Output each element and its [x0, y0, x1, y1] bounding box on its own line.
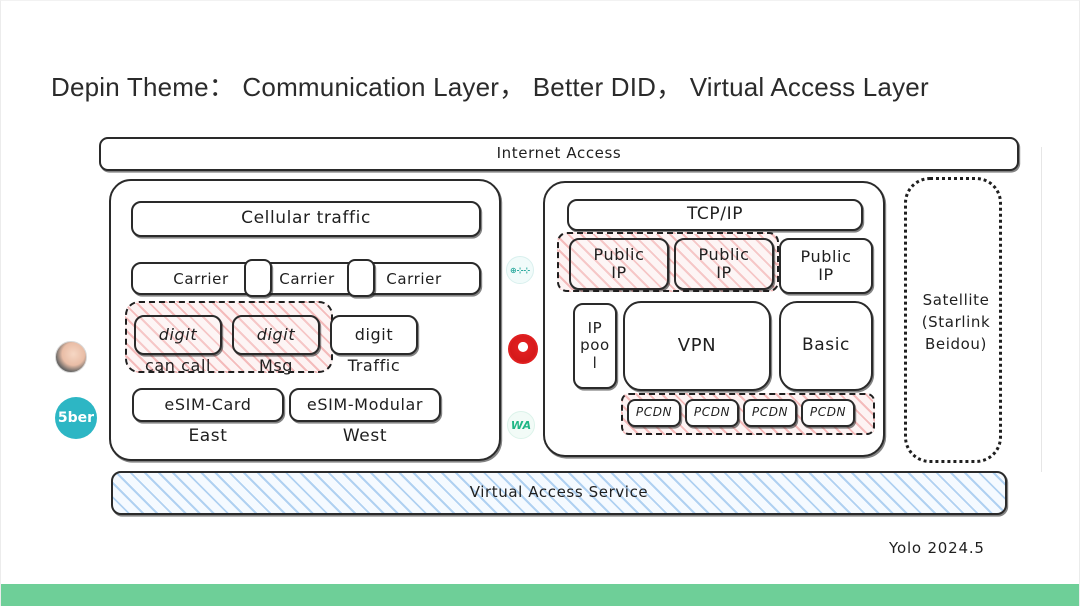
pcdn-label-1: PCDN — [635, 405, 673, 420]
digit-label-msg: digit — [256, 324, 296, 344]
internet-access-bar[interactable]: Internet Access — [99, 137, 1019, 171]
digit-box-msg[interactable]: digit — [232, 315, 320, 355]
digit-box-traffic[interactable]: digit — [330, 315, 418, 355]
carrier-label-2: Carrier — [279, 270, 335, 288]
virtual-access-service-bar[interactable]: Virtual Access Service — [111, 471, 1007, 515]
scroll-indicator[interactable] — [1041, 147, 1042, 472]
esim-modular-caption: West — [342, 426, 388, 446]
teal-ring-logo-icon[interactable]: ⊕⊹⊹ — [506, 256, 534, 284]
esim-card-label: eSIM-Card — [164, 394, 252, 414]
digit-caption-traffic: Traffic — [347, 356, 401, 375]
digit-box-can-call[interactable]: digit — [134, 315, 222, 355]
pcdn-label-4: PCDN — [809, 405, 847, 420]
ip-pool-box[interactable]: IP poo l — [573, 303, 617, 389]
public-ip-box-3[interactable]: Public IP — [779, 238, 873, 294]
carrier-gap-label-1 — [246, 261, 270, 295]
esim-modular-box[interactable]: eSIM-Modular — [289, 388, 441, 422]
slide-page: Depin Theme： Communication Layer， Better… — [0, 0, 1080, 606]
carrier-gap-label-2 — [349, 261, 373, 295]
digit-caption-msg: Msg — [258, 356, 294, 375]
digit-label-traffic: digit — [354, 324, 394, 344]
footer-accent-bar — [1, 584, 1079, 606]
public-ip-label-1: Public IP — [593, 244, 645, 282]
esim-card-box[interactable]: eSIM-Card — [132, 388, 284, 422]
author-signature: Yolo 2024.5 — [889, 539, 985, 557]
virtual-access-service-label: Virtual Access Service — [469, 483, 649, 502]
pcdn-label-2: PCDN — [693, 405, 731, 420]
carrier-label-3: Carrier — [386, 270, 442, 288]
vpn-label: VPN — [677, 334, 717, 356]
internet-access-label: Internet Access — [496, 144, 622, 163]
esim-modular-label: eSIM-Modular — [306, 394, 424, 414]
teal-ring-logo-label: ⊕⊹⊹ — [509, 265, 531, 275]
digit-caption-can-call: can call — [144, 356, 212, 375]
pcdn-box-2[interactable]: PCDN — [685, 399, 739, 427]
page-title: Depin Theme： Communication Layer， Better… — [51, 72, 929, 102]
pcdn-label-3: PCDN — [751, 405, 789, 420]
satellite-label: Satellite (Starlink Beidou) — [921, 291, 991, 353]
pcdn-box-3[interactable]: PCDN — [743, 399, 797, 427]
carrier-gap-box-1[interactable] — [244, 259, 272, 297]
basic-label: Basic — [801, 335, 850, 356]
digit-label-can-call: digit — [158, 324, 198, 344]
cellular-traffic-box[interactable]: Cellular traffic — [131, 201, 481, 237]
basic-box[interactable]: Basic — [779, 301, 873, 391]
tcpip-box[interactable]: TCP/IP — [567, 199, 863, 231]
5ber-logo-avatar[interactable]: 5ber — [55, 397, 97, 439]
carrier-label-1: Carrier — [173, 270, 229, 288]
public-ip-label-3: Public IP — [800, 246, 852, 284]
esim-card-caption: East — [188, 426, 228, 446]
cellular-traffic-label: Cellular traffic — [241, 208, 371, 229]
satellite-panel[interactable]: Satellite (Starlink Beidou) — [904, 177, 1002, 463]
pcdn-box-4[interactable]: PCDN — [801, 399, 855, 427]
public-ip-box-1[interactable]: Public IP — [569, 238, 669, 290]
public-ip-label-2: Public IP — [698, 244, 750, 282]
red-circle-logo-icon[interactable] — [508, 334, 538, 364]
5ber-logo-avatar-label: 5ber — [57, 410, 95, 426]
profile-photo-avatar[interactable] — [55, 341, 87, 373]
carrier-gap-box-2[interactable] — [347, 259, 375, 297]
ip-pool-label: IP poo l — [580, 319, 610, 372]
vpn-box[interactable]: VPN — [623, 301, 771, 391]
green-wave-logo-label: WA — [510, 418, 532, 432]
tcpip-label: TCP/IP — [686, 204, 744, 225]
public-ip-box-2[interactable]: Public IP — [674, 238, 774, 290]
pcdn-box-1[interactable]: PCDN — [627, 399, 681, 427]
green-wave-logo-icon[interactable]: WA — [507, 411, 535, 439]
